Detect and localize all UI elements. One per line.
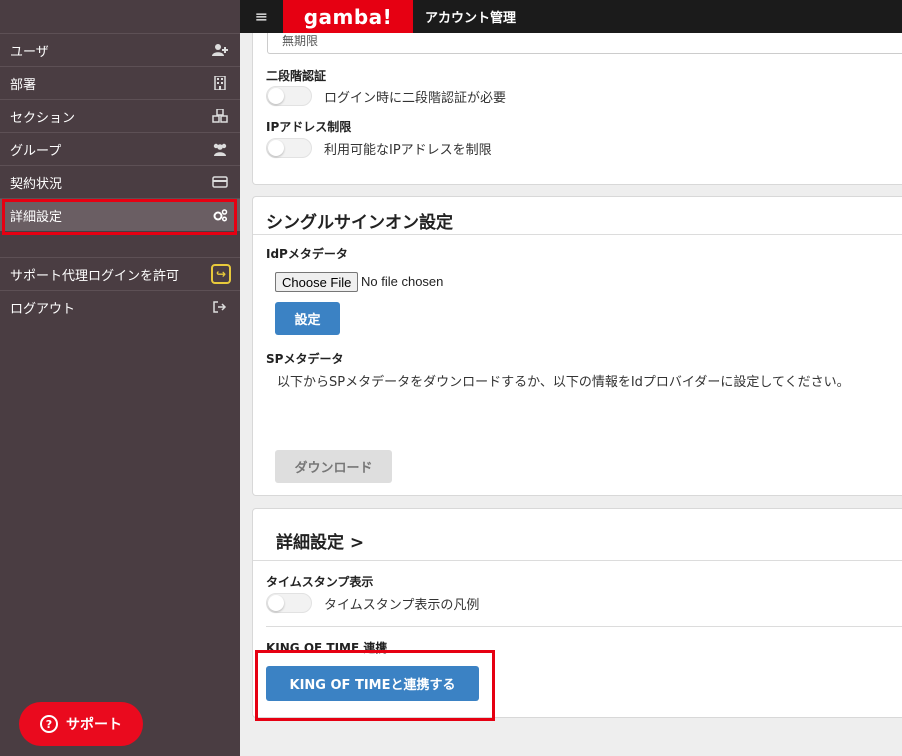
sidebar-item-label: 詳細設定 [10,209,63,225]
two-factor-toggle-text: ログイン時に二段階認証が必要 [324,91,507,106]
sidebar-item-label: サポート代理ログインを許可 [10,268,180,284]
sidebar-item-label: ユーザ [10,44,49,60]
idp-metadata-label: IdPメタデータ [266,247,348,261]
ip-restriction-toggle[interactable] [266,138,312,158]
sso-settings-panel: シングルサインオン設定 IdPメタデータ Choose File No file… [252,196,902,496]
building-icon [212,76,228,90]
credit-card-icon [212,175,228,189]
top-bar: ≡ gamba! アカウント管理 [240,0,902,33]
sidebar-item-label: 契約状況 [10,176,63,192]
sidebar-item-groups[interactable]: グループ [0,132,240,165]
divider [266,626,902,627]
page-title: アカウント管理 [425,11,517,26]
divider [253,560,902,561]
security-settings-panel: 無期限 二段階認証 ログイン時に二段階認証が必要 IPアドレス制限 利用可能なI… [252,33,902,185]
sidebar-item-label: セクション [10,110,76,126]
sidebar-item-advanced-settings[interactable]: 詳細設定 [0,198,240,231]
sidebar-item-logout[interactable]: ログアウト [0,290,240,323]
session-timeout-field[interactable]: 無期限 [267,33,902,54]
sp-metadata-label: SPメタデータ [266,352,344,366]
share-icon: ↪ [211,264,231,284]
choose-file-button[interactable]: Choose File [275,272,359,292]
ip-restriction-label: IPアドレス制限 [266,120,352,134]
sign-out-icon [212,300,228,314]
file-status-text: No file chosen [361,274,444,289]
kot-label: KING OF TIME 連携 [266,641,388,655]
hamburger-icon[interactable]: ≡ [240,0,283,33]
sidebar-item-sections[interactable]: セクション [0,99,240,132]
timestamp-toggle[interactable] [266,593,312,613]
gears-icon [212,208,228,222]
sidebar-item-departments[interactable]: 部署 [0,66,240,99]
ip-restriction-toggle-text: 利用可能なIPアドレスを制限 [324,143,492,158]
sidebar-item-support-login[interactable]: サポート代理ログインを許可 ↪ [0,257,240,290]
cubes-icon [212,109,228,123]
two-factor-label: 二段階認証 [266,69,327,83]
advanced-settings-panel: 詳細設定 > タイムスタンプ表示 タイムスタンプ表示の凡例 KING OF TI… [252,508,902,718]
sidebar-item-users[interactable]: ユーザ [0,33,240,66]
sp-metadata-description: 以下からSPメタデータをダウンロードするか、以下の情報をIdプロバイダーに設定し… [277,375,850,390]
sidebar-item-label: 部署 [10,77,37,93]
set-idp-button[interactable]: 設定 [275,302,340,335]
question-circle-icon: ? [40,715,58,733]
advanced-panel-title[interactable]: 詳細設定 > [276,528,364,553]
session-timeout-value: 無期限 [282,34,319,48]
sidebar-top [0,0,240,33]
sidebar-item-label: ログアウト [10,301,76,317]
sidebar: ユーザ 部署 セクション グループ 契約状況 詳細設定 サポート代理ログインを許… [0,0,240,756]
app-logo[interactable]: gamba! [283,0,413,33]
timestamp-toggle-text: タイムスタンプ表示の凡例 [324,598,480,613]
users-icon [212,142,228,156]
timestamp-label: タイムスタンプ表示 [266,575,374,589]
main-content: 無期限 二段階認証 ログイン時に二段階認証が必要 IPアドレス制限 利用可能なI… [240,33,902,756]
sidebar-item-label: グループ [10,143,62,159]
download-button[interactable]: ダウンロード [275,450,392,483]
support-button-label: サポート [66,717,122,733]
sidebar-item-contract[interactable]: 契約状況 [0,165,240,198]
divider [253,234,902,235]
user-add-icon [212,43,228,57]
support-button[interactable]: ? サポート [19,702,143,746]
sso-panel-title: シングルサインオン設定 [266,213,453,233]
kot-connect-button[interactable]: KING OF TIMEと連携する [266,666,479,701]
two-factor-toggle[interactable] [266,86,312,106]
